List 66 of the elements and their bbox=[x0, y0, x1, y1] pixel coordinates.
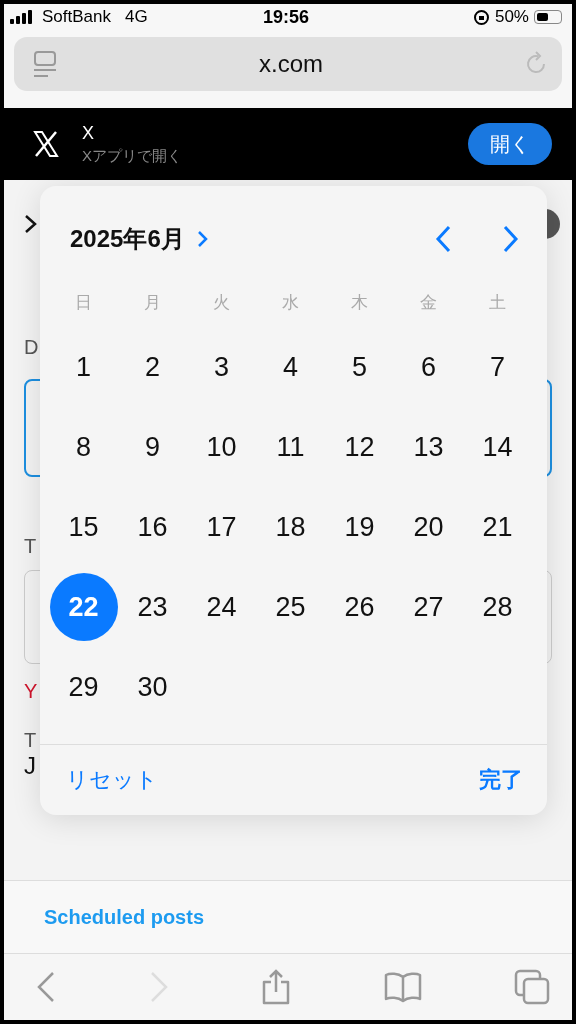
weekday-label: 金 bbox=[419, 292, 438, 314]
weekday-label: 木 bbox=[350, 292, 369, 314]
weekday-label: 土 bbox=[488, 292, 507, 314]
calendar-day[interactable]: 10 bbox=[187, 413, 256, 481]
app-name: X bbox=[82, 122, 95, 144]
timezone-value: J bbox=[24, 752, 36, 780]
calendar-day[interactable]: 25 bbox=[256, 573, 325, 641]
error-text: Y bbox=[24, 680, 38, 703]
weekday-label: 月 bbox=[143, 292, 162, 314]
calendar-day[interactable]: 1 bbox=[49, 333, 118, 401]
open-button[interactable]: 開く bbox=[468, 123, 552, 165]
calendar-day[interactable]: 28 bbox=[463, 573, 532, 641]
tabs-icon[interactable] bbox=[514, 969, 550, 1005]
battery-percent: 50% bbox=[494, 7, 529, 27]
calendar-day[interactable]: 18 bbox=[256, 493, 325, 561]
calendar-day[interactable]: 6 bbox=[394, 333, 463, 401]
calendar-day[interactable]: 26 bbox=[325, 573, 394, 641]
weekday-label: 火 bbox=[212, 292, 231, 314]
chevron-icon[interactable] bbox=[24, 214, 38, 234]
battery-icon bbox=[534, 10, 562, 24]
share-icon[interactable] bbox=[261, 969, 291, 1005]
clock-time: 19:56 bbox=[262, 6, 309, 28]
done-button[interactable]: 完了 bbox=[475, 761, 527, 799]
field-label: D bbox=[24, 336, 39, 359]
calendar-day[interactable]: 5 bbox=[325, 333, 394, 401]
calendar-day[interactable]: 19 bbox=[325, 493, 394, 561]
calendar-day[interactable]: 14 bbox=[463, 413, 532, 481]
calendar-day[interactable]: 29 bbox=[49, 653, 118, 721]
chevron-right-icon[interactable] bbox=[196, 230, 209, 248]
rotation-lock-icon bbox=[472, 8, 490, 26]
weekday-label: 水 bbox=[281, 292, 300, 314]
weekday-label: 日 bbox=[74, 292, 93, 314]
calendar-day[interactable]: 16 bbox=[118, 493, 187, 561]
calendar-day[interactable]: 4 bbox=[256, 333, 325, 401]
url-text: x.com bbox=[259, 50, 323, 78]
calendar-day[interactable]: 7 bbox=[463, 333, 532, 401]
calendar-day[interactable]: 17 bbox=[187, 493, 256, 561]
calendar-day[interactable]: 20 bbox=[394, 493, 463, 561]
previous-month-icon[interactable] bbox=[435, 225, 451, 253]
network-type: 4G bbox=[125, 7, 148, 27]
next-month-icon[interactable] bbox=[503, 225, 519, 253]
calendar-day[interactable]: 30 bbox=[118, 653, 187, 721]
calendar-day[interactable]: 2 bbox=[118, 333, 187, 401]
calendar-day[interactable]: 23 bbox=[118, 573, 187, 641]
field-label: T bbox=[24, 729, 37, 752]
calendar-day[interactable]: 24 bbox=[187, 573, 256, 641]
back-icon[interactable] bbox=[36, 971, 56, 1003]
calendar-day[interactable]: 8 bbox=[49, 413, 118, 481]
month-selector[interactable]: 2025年6月 bbox=[70, 223, 185, 255]
calendar-day[interactable]: 3 bbox=[187, 333, 256, 401]
calendar-day[interactable]: 11 bbox=[256, 413, 325, 481]
address-bar[interactable]: x.com bbox=[14, 37, 562, 91]
calendar-day[interactable]: 13 bbox=[394, 413, 463, 481]
calendar-day[interactable]: 22 bbox=[49, 573, 118, 641]
reset-button[interactable]: リセット bbox=[62, 761, 162, 799]
bookmarks-icon[interactable] bbox=[383, 971, 422, 1003]
calendar-day[interactable]: 12 bbox=[325, 413, 394, 481]
calendar-day[interactable]: 9 bbox=[118, 413, 187, 481]
carrier-name: SoftBank bbox=[42, 7, 111, 27]
x-logo-icon bbox=[32, 130, 60, 158]
app-subtitle: Xアプリで開く bbox=[82, 146, 183, 166]
calendar-day[interactable]: 15 bbox=[49, 493, 118, 561]
calendar-day[interactable]: 21 bbox=[463, 493, 532, 561]
reader-icon[interactable] bbox=[32, 50, 58, 78]
calendar-day[interactable]: 27 bbox=[394, 573, 463, 641]
field-label: T bbox=[24, 535, 37, 558]
